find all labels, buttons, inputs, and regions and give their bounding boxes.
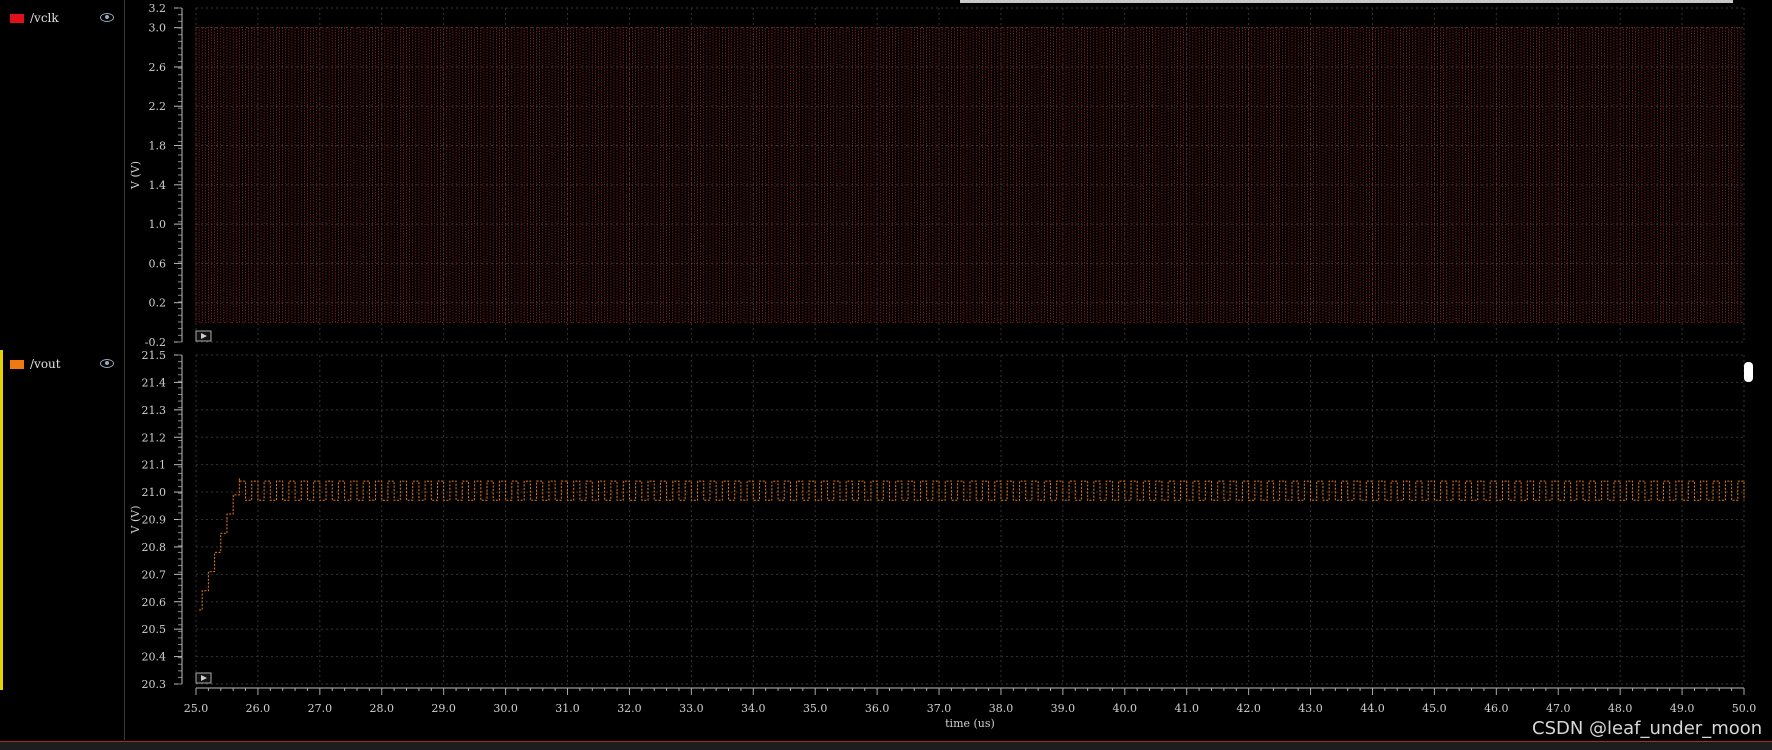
y-tick-label: 0.2 bbox=[149, 297, 167, 310]
x-tick-label: 45.0 bbox=[1422, 702, 1447, 715]
watermark: CSDN @leaf_under_moon bbox=[1532, 718, 1763, 739]
waveform-plot: 3.2 3.0 2.6 2.2 1.8 1.4 1.0 0.6 0.2 -0.2 V (V) 21.5… bbox=[129, 2, 1757, 730]
y-tick-label: 0.6 bbox=[149, 257, 167, 270]
x-tick-label: 28.0 bbox=[370, 702, 395, 715]
y-tick-label: 20.8 bbox=[142, 541, 167, 554]
y-tick-label: 20.3 bbox=[142, 678, 167, 691]
x-tick-label: 46.0 bbox=[1484, 702, 1509, 715]
y-tick-label: 20.6 bbox=[142, 596, 167, 609]
x-tick-label: 30.0 bbox=[493, 702, 518, 715]
y-tick-label: 2.6 bbox=[149, 61, 167, 74]
y-tick-label: 20.5 bbox=[142, 623, 167, 636]
y-tick-label: 1.4 bbox=[149, 179, 167, 192]
x-tick-label: 34.0 bbox=[741, 702, 766, 715]
y-tick-label: 1.0 bbox=[149, 218, 167, 231]
y-axis-label: V (V) bbox=[129, 506, 142, 535]
y-tick-label: 2.2 bbox=[149, 100, 167, 113]
x-tick-label: 42.0 bbox=[1236, 702, 1261, 715]
x-tick-label: 36.0 bbox=[865, 702, 890, 715]
x-tick-label: 41.0 bbox=[1174, 702, 1199, 715]
x-tick-label: 38.0 bbox=[989, 702, 1014, 715]
y-axis-label: V (V) bbox=[129, 161, 142, 190]
y-tick-label: 21.5 bbox=[142, 349, 167, 362]
x-tick-label: 37.0 bbox=[927, 702, 952, 715]
series-vclk bbox=[195, 27, 1744, 323]
y-tick-label: 20.9 bbox=[142, 514, 167, 527]
y-tick-label: -0.2 bbox=[145, 336, 166, 349]
x-tick-label: 25.0 bbox=[184, 702, 209, 715]
y-tick-label: 20.4 bbox=[142, 651, 167, 664]
y-tick-label: 21.0 bbox=[142, 486, 167, 499]
x-tick-label: 44.0 bbox=[1360, 702, 1385, 715]
y-tick-label: 1.8 bbox=[149, 140, 167, 153]
x-tick-label: 35.0 bbox=[803, 702, 828, 715]
y-tick-label: 21.4 bbox=[142, 376, 167, 389]
x-tick-label: 27.0 bbox=[308, 702, 333, 715]
x-tick-label: 32.0 bbox=[617, 702, 642, 715]
series-vout bbox=[199, 478, 1745, 611]
x-tick-label: 33.0 bbox=[679, 702, 704, 715]
x-tick-label: 43.0 bbox=[1298, 702, 1323, 715]
x-tick-label: 29.0 bbox=[431, 702, 456, 715]
x-tick-label: 49.0 bbox=[1670, 702, 1695, 715]
y-tick-label: 21.3 bbox=[142, 404, 167, 417]
scroll-thumb[interactable] bbox=[1744, 362, 1753, 382]
top-scrollbar[interactable] bbox=[960, 0, 1733, 3]
x-tick-label: 40.0 bbox=[1113, 702, 1138, 715]
x-tick-label: 39.0 bbox=[1051, 702, 1076, 715]
x-tick-label: 31.0 bbox=[555, 702, 580, 715]
x-axis-label: time (us) bbox=[945, 717, 995, 730]
y-tick-label: 3.0 bbox=[149, 22, 167, 35]
x-tick-label: 50.0 bbox=[1732, 702, 1757, 715]
y-tick-label: 21.1 bbox=[142, 459, 167, 472]
y-tick-label: 21.2 bbox=[142, 431, 167, 444]
x-tick-label: 26.0 bbox=[246, 702, 271, 715]
x-tick-label: 48.0 bbox=[1608, 702, 1633, 715]
x-tick-label: 47.0 bbox=[1546, 702, 1571, 715]
y-tick-label: 3.2 bbox=[149, 2, 167, 15]
y-tick-label: 20.7 bbox=[142, 568, 167, 581]
